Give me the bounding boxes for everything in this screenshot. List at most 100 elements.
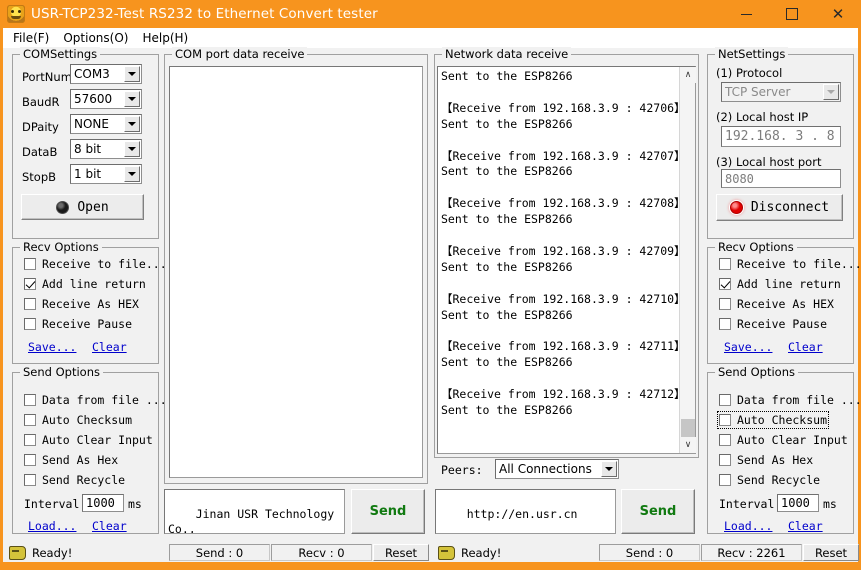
right-auto-checksum-checkbox[interactable]: Auto Checksum <box>716 411 830 429</box>
right-interval-value: 1000 <box>781 496 810 510</box>
scrollbar-thumb[interactable] <box>681 419 695 437</box>
chevron-down-icon[interactable] <box>124 116 140 132</box>
left-send-as-hex-checkbox[interactable]: Send As Hex <box>24 453 118 467</box>
menu-item-options[interactable]: Options(O) <box>56 30 135 47</box>
left-recv-save-link[interactable]: Save... <box>28 340 76 354</box>
port-status-led-icon <box>56 200 70 214</box>
com-send-text: Jinan USR Technology Co., Ltd. <box>168 507 335 534</box>
left-receive-to-file-label: Receive to file... <box>42 257 167 271</box>
right-send-as-hex-checkbox[interactable]: Send As Hex <box>719 453 813 467</box>
net-receive-scrollbar[interactable]: ∧ ∨ <box>679 67 696 453</box>
left-interval-value: 1000 <box>86 496 115 510</box>
right-add-line-return-label: Add line return <box>737 277 841 291</box>
right-send-load-link[interactable]: Load... <box>724 519 772 533</box>
peers-combo[interactable]: All Connections <box>495 459 619 479</box>
com-status-ready-label: Ready! <box>32 545 73 560</box>
com-receive-textarea[interactable] <box>169 66 423 478</box>
right-receive-as-hex-checkbox[interactable]: Receive As HEX <box>719 297 834 311</box>
pointer-hand-icon <box>438 545 455 560</box>
left-recv-clear-link[interactable]: Clear <box>92 340 127 354</box>
left-auto-clear-input-label: Auto Clear Input <box>42 433 153 447</box>
left-send-recycle-checkbox[interactable]: Send Recycle <box>24 473 125 487</box>
right-interval-input[interactable]: 1000 <box>777 494 819 512</box>
right-add-line-return-checkbox[interactable]: Add line return <box>719 277 841 291</box>
chevron-down-icon[interactable] <box>823 84 839 100</box>
scroll-up-button[interactable]: ∧ <box>680 67 696 83</box>
com-send-count: Send : 0 <box>169 544 270 561</box>
close-button[interactable]: ✕ <box>815 0 861 28</box>
com-receive-legend: COM port data receive <box>172 47 308 61</box>
net-send-button[interactable]: Send <box>621 489 695 534</box>
right-data-from-file-checkbox[interactable]: Data from file .... <box>719 393 861 407</box>
open-port-button[interactable]: Open <box>21 194 144 220</box>
chevron-down-icon[interactable] <box>601 461 617 477</box>
com-reset-button[interactable]: Reset <box>373 544 429 561</box>
right-receive-pause-checkbox[interactable]: Receive Pause <box>719 317 827 331</box>
right-recv-save-link[interactable]: Save... <box>724 340 772 354</box>
menu-item-help[interactable]: Help(H) <box>135 30 195 47</box>
checkbox-box <box>719 278 731 290</box>
net-receive-legend: Network data receive <box>442 47 572 61</box>
pointer-hand-icon <box>9 545 26 560</box>
right-receive-to-file-checkbox[interactable]: Receive to file... <box>719 257 861 271</box>
local-host-ip-value: 192.168. 3 . 8 <box>725 129 835 144</box>
dpaity-combo[interactable]: NONE <box>70 114 142 134</box>
right-auto-clear-input-checkbox[interactable]: Auto Clear Input <box>719 433 848 447</box>
portnum-combo[interactable]: COM3 <box>70 64 142 84</box>
datab-combo[interactable]: 8 bit <box>70 139 142 159</box>
disconnect-button[interactable]: Disconnect <box>716 194 843 221</box>
left-send-clear-link[interactable]: Clear <box>92 519 127 533</box>
checkbox-box <box>24 258 36 270</box>
chevron-down-icon[interactable] <box>124 66 140 82</box>
left-receive-pause-label: Receive Pause <box>42 317 133 331</box>
left-add-line-return-checkbox[interactable]: Add line return <box>24 277 146 291</box>
menu-item-file[interactable]: File(F) <box>6 30 56 47</box>
right-receive-to-file-label: Receive to file... <box>737 257 861 271</box>
checkbox-box <box>719 318 731 330</box>
checkbox-box <box>719 454 731 466</box>
portnum-label: PortNum <box>22 70 72 84</box>
right-send-recycle-checkbox[interactable]: Send Recycle <box>719 473 820 487</box>
net-settings-legend: NetSettings <box>715 47 789 61</box>
baudr-combo[interactable]: 57600 <box>70 89 142 109</box>
com-send-button[interactable]: Send <box>351 489 425 534</box>
checkbox-box <box>24 474 36 486</box>
com-send-textarea[interactable]: Jinan USR Technology Co., Ltd. <box>164 489 345 534</box>
checkbox-box <box>24 394 36 406</box>
left-receive-pause-checkbox[interactable]: Receive Pause <box>24 317 132 331</box>
left-data-from-file-checkbox[interactable]: Data from file .... <box>24 393 174 407</box>
maximize-button[interactable] <box>769 0 815 28</box>
right-recv-options-legend: Recv Options <box>715 240 797 254</box>
chevron-down-icon[interactable] <box>124 141 140 157</box>
left-interval-input[interactable]: 1000 <box>82 494 124 512</box>
right-recv-clear-link[interactable]: Clear <box>788 340 823 354</box>
net-send-text: http://en.usr.cn <box>466 507 578 521</box>
local-host-ip-input[interactable]: 192.168. 3 . 8 <box>721 126 841 147</box>
stopb-combo[interactable]: 1 bit <box>70 164 142 184</box>
scroll-down-button[interactable]: ∨ <box>680 437 696 453</box>
net-receive-text: Sent to the ESP8266 【Receive from 192.16… <box>441 69 693 418</box>
local-host-port-input[interactable]: 8080 <box>721 169 841 188</box>
protocol-combo[interactable]: TCP Server <box>721 82 841 102</box>
left-auto-checksum-checkbox[interactable]: Auto Checksum <box>24 413 132 427</box>
right-send-clear-link[interactable]: Clear <box>788 519 823 533</box>
left-receive-to-file-checkbox[interactable]: Receive to file... <box>24 257 167 271</box>
net-status-ready-label: Ready! <box>461 545 502 560</box>
left-send-load-link[interactable]: Load... <box>28 519 76 533</box>
left-auto-clear-input-checkbox[interactable]: Auto Clear Input <box>24 433 153 447</box>
right-send-options-legend: Send Options <box>715 365 798 379</box>
minimize-button[interactable] <box>723 0 769 28</box>
left-receive-as-hex-checkbox[interactable]: Receive As HEX <box>24 297 139 311</box>
close-icon: ✕ <box>831 4 845 23</box>
checkbox-box <box>719 298 731 310</box>
local-host-port-value: 8080 <box>725 171 754 186</box>
app-window: USR-TCP232-Test RS232 to Ethernet Conver… <box>0 0 861 570</box>
net-send-textarea[interactable]: http://en.usr.cn <box>435 489 616 534</box>
net-reset-button[interactable]: Reset <box>803 544 859 561</box>
chevron-down-icon[interactable] <box>124 166 140 182</box>
chevron-down-icon[interactable] <box>124 91 140 107</box>
left-recv-options-legend: Recv Options <box>20 240 102 254</box>
net-receive-textarea[interactable]: Sent to the ESP8266 【Receive from 192.16… <box>437 66 696 454</box>
checkbox-box <box>24 414 36 426</box>
minimize-icon <box>740 13 752 15</box>
